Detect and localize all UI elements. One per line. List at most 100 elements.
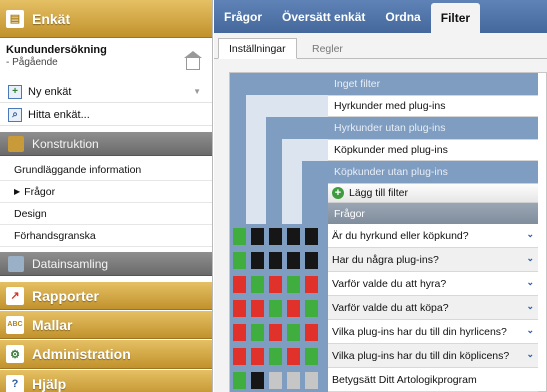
matrix-cell-red[interactable] — [269, 324, 282, 341]
sidebar-item-label: Frågor — [24, 185, 56, 198]
matrix-cell-green[interactable] — [269, 348, 282, 365]
question-row[interactable]: Betygsätt Ditt Artologikprogram — [328, 368, 538, 392]
administration-title: Administration — [32, 346, 131, 362]
matrix-cell-black[interactable] — [251, 252, 264, 269]
templates-section[interactable]: ABC Mallar — [0, 311, 212, 339]
sidebar-item-label: Design — [14, 207, 47, 220]
matrix-cell-red[interactable] — [233, 324, 246, 341]
chevron-down-icon[interactable]: ⌄ — [526, 301, 534, 312]
tab-translate[interactable]: Översätt enkät — [272, 0, 375, 33]
chevron-down-icon[interactable]: ⌄ — [526, 277, 534, 288]
matrix-cell-red[interactable] — [251, 300, 264, 317]
survey-icon: ▤ — [6, 9, 24, 28]
add-filter-button[interactable]: + Lägg till filter — [328, 183, 538, 203]
matrix-cell-black[interactable] — [305, 252, 318, 269]
tab-rules[interactable]: Regler — [302, 38, 353, 59]
question-label: Betygsätt Ditt Artologikprogram — [332, 373, 477, 386]
matrix-grid — [230, 224, 328, 392]
matrix-cell-red[interactable] — [233, 300, 246, 317]
question-row[interactable]: Varför valde du att köpa? ⌄ — [328, 296, 538, 320]
survey-section-title: Enkät — [32, 10, 71, 27]
templates-title: Mallar — [32, 316, 73, 333]
matrix-cell-gray[interactable] — [305, 372, 318, 389]
filter-item-buy-without[interactable]: Köpkunder utan plug-ins — [328, 161, 538, 183]
home-icon[interactable] — [184, 51, 202, 70]
matrix-cell-black[interactable] — [269, 252, 282, 269]
subtabs: Inställningar Regler — [214, 33, 547, 59]
template-icon: ABC — [6, 315, 24, 334]
search-icon: ⌕ — [8, 107, 22, 122]
construction-title: Konstruktion — [32, 136, 99, 151]
filter-item-rent-without[interactable]: Hyrkunder utan plug-ins — [328, 117, 538, 139]
tab-settings[interactable]: Inställningar — [218, 38, 297, 59]
sidebar-item-questions[interactable]: ▶ Frågor — [0, 181, 212, 203]
matrix-cell-red[interactable] — [305, 324, 318, 341]
matrix-cell-red[interactable] — [251, 348, 264, 365]
filter-item-buy-with[interactable]: Köpkunder med plug-ins — [328, 139, 538, 161]
new-survey-icon: + — [8, 84, 22, 99]
matrix-cell-black[interactable] — [287, 252, 300, 269]
administration-section[interactable]: ⚙ Administration — [0, 340, 212, 369]
tab-filter[interactable]: Filter — [430, 3, 481, 33]
chevron-down-icon[interactable]: ⌄ — [526, 229, 534, 240]
matrix-cell-red[interactable] — [287, 348, 300, 365]
tab-questions[interactable]: Frågor — [214, 0, 272, 33]
chevron-down-icon[interactable]: ⌄ — [526, 325, 534, 336]
sidebar-item-design[interactable]: Design — [0, 203, 212, 225]
matrix-cell-red[interactable] — [305, 276, 318, 293]
survey-section-header[interactable]: ▤ Enkät — [0, 0, 212, 38]
sidebar-item-preview[interactable]: Förhandsgranska — [0, 225, 212, 247]
question-row[interactable]: Vilka plug-ins har du till din köplicens… — [328, 344, 538, 368]
new-survey-link[interactable]: + Ny enkät ▼ — [0, 81, 212, 103]
content-area: Inget filter Hyrkunder med plug-ins Hyrk… — [214, 59, 547, 392]
chart-icon: ↗ — [6, 286, 24, 305]
matrix-cell-green[interactable] — [233, 252, 246, 269]
sidebar: ▤ Enkät Kundundersökning - Pågående + Ny… — [0, 0, 213, 392]
matrix-cell-green[interactable] — [233, 228, 246, 245]
chevron-down-icon[interactable]: ⌄ — [526, 253, 534, 264]
sidebar-item-label: Grundläggande information — [14, 163, 142, 176]
matrix-cell-black[interactable] — [305, 228, 318, 245]
project-info: Kundundersökning - Pågående — [6, 44, 206, 70]
matrix-cell-red[interactable] — [233, 348, 246, 365]
question-row[interactable]: Har du några plug-ins? ⌄ — [328, 248, 538, 272]
matrix-cell-green[interactable] — [305, 348, 318, 365]
help-section[interactable]: ? Hjälp — [0, 370, 212, 392]
matrix-cell-green[interactable] — [287, 324, 300, 341]
matrix-cell-black[interactable] — [287, 228, 300, 245]
matrix-cell-green[interactable] — [287, 276, 300, 293]
matrix-cell-red[interactable] — [233, 276, 246, 293]
sidebar-item-basic-info[interactable]: Grundläggande information — [0, 159, 212, 181]
top-navigation: Frågor Översätt enkät Ordna Filter — [214, 0, 547, 33]
project-status: - Pågående — [6, 57, 58, 68]
question-row[interactable]: Varför valde du att hyra? ⌄ — [328, 272, 538, 296]
matrix-cell-red[interactable] — [269, 276, 282, 293]
matrix-cell-black[interactable] — [251, 228, 264, 245]
reports-section[interactable]: ↗ Rapporter — [0, 282, 212, 310]
chevron-down-icon[interactable]: ▼ — [193, 87, 201, 96]
filter-item-rent-with[interactable]: Hyrkunder med plug-ins — [328, 95, 538, 117]
caret-right-icon: ▶ — [14, 187, 21, 196]
matrix-cell-green[interactable] — [305, 300, 318, 317]
matrix-cell-green[interactable] — [269, 300, 282, 317]
matrix-cell-gray[interactable] — [287, 372, 300, 389]
matrix-cell-green[interactable] — [251, 276, 264, 293]
matrix-cell-green[interactable] — [251, 324, 264, 341]
help-title: Hjälp — [32, 375, 67, 392]
find-survey-link[interactable]: ⌕ Hitta enkät... — [0, 104, 212, 126]
filter-item-none[interactable]: Inget filter — [328, 73, 538, 95]
data-collection-header[interactable]: Datainsamling — [0, 252, 212, 276]
tab-arrange[interactable]: Ordna — [375, 0, 430, 33]
matrix-cell-black[interactable] — [251, 372, 264, 389]
matrix-cell-gray[interactable] — [269, 372, 282, 389]
question-row[interactable]: Vilka plug-ins har du till din hyrlicens… — [328, 320, 538, 344]
question-label: Är du hyrkund eller köpkund? — [332, 229, 469, 242]
help-icon: ? — [6, 374, 24, 392]
construction-header[interactable]: Konstruktion — [0, 132, 212, 156]
matrix-cell-green[interactable] — [233, 372, 246, 389]
chevron-down-icon[interactable]: ⌄ — [526, 349, 534, 360]
matrix-cell-red[interactable] — [287, 300, 300, 317]
new-survey-label: Ny enkät — [28, 85, 72, 98]
question-row[interactable]: Är du hyrkund eller köpkund? ⌄ — [328, 224, 538, 248]
matrix-cell-black[interactable] — [269, 228, 282, 245]
